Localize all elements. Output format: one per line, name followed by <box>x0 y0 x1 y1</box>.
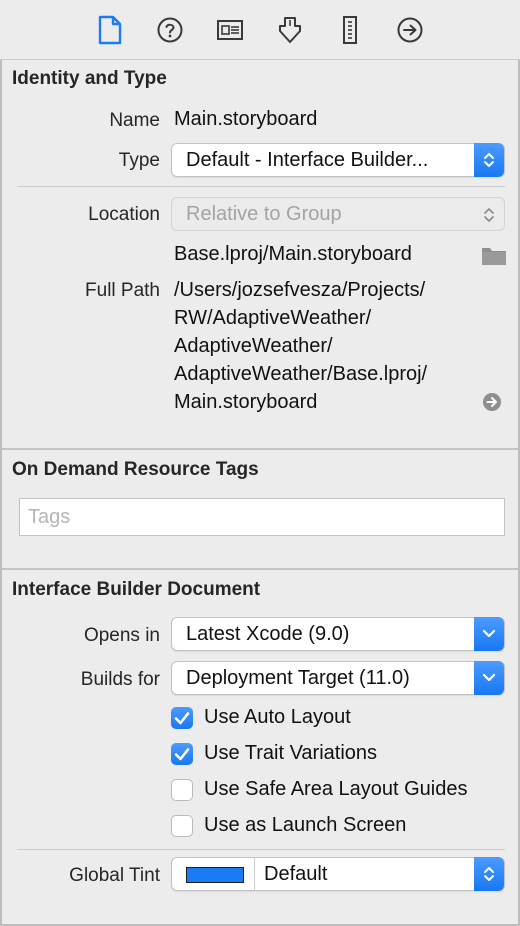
full-path-line: AdaptiveWeather/Base.lproj/ <box>174 363 428 385</box>
size-inspector-icon[interactable] <box>335 14 365 46</box>
divider <box>17 849 505 850</box>
ib-document-section-title: Interface Builder Document <box>12 579 261 600</box>
identity-section-title: Identity and Type <box>12 68 167 89</box>
attributes-inspector-icon[interactable] <box>275 14 305 46</box>
full-path-line: /Users/jozsefvesza/Projects/ <box>174 279 426 301</box>
use-as-launch-screen-label[interactable]: Use as Launch Screen <box>204 814 406 837</box>
tags-input[interactable] <box>20 499 504 535</box>
type-popup[interactable]: Default - Interface Builder... <box>171 143 505 177</box>
checkmark-icon <box>174 748 190 761</box>
tags-section-title: On Demand Resource Tags <box>12 459 259 480</box>
checkmark-icon <box>174 712 190 725</box>
full-path-line: AdaptiveWeather/ <box>174 335 333 357</box>
location-popup[interactable]: Relative to Group <box>171 197 505 231</box>
section-divider <box>2 568 518 570</box>
connections-inspector-icon[interactable] <box>395 14 425 46</box>
popup-stepper-icon <box>480 204 498 226</box>
tint-color-swatch <box>186 867 244 883</box>
folder-icon[interactable] <box>481 244 507 266</box>
reveal-arrow-icon[interactable] <box>482 392 502 412</box>
global-tint-value: Default <box>264 863 328 885</box>
full-path-label: Full Path <box>85 280 160 301</box>
section-divider <box>2 448 518 450</box>
full-path-line: RW/AdaptiveWeather/ <box>174 307 372 329</box>
divider <box>17 186 505 187</box>
builds-for-popup[interactable]: Deployment Target (11.0) <box>171 661 505 695</box>
chevron-down-icon <box>474 661 504 695</box>
use-safe-area-label[interactable]: Use Safe Area Layout Guides <box>204 778 468 801</box>
opens-in-popup[interactable]: Latest Xcode (9.0) <box>171 617 505 651</box>
opens-in-value: Latest Xcode (9.0) <box>186 623 350 645</box>
global-tint-popup[interactable]: Default <box>171 857 505 891</box>
file-inspector-icon[interactable] <box>95 14 125 46</box>
use-safe-area-checkbox[interactable] <box>171 779 193 801</box>
opens-in-label: Opens in <box>83 625 160 646</box>
use-auto-layout-label[interactable]: Use Auto Layout <box>204 706 351 729</box>
name-label: Name <box>109 110 160 131</box>
identity-inspector-icon[interactable] <box>215 14 245 46</box>
inspector-toolbar <box>0 0 520 60</box>
builds-for-value: Deployment Target (11.0) <box>186 667 410 689</box>
use-trait-variations-label[interactable]: Use Trait Variations <box>204 742 377 765</box>
builds-for-label: Builds for <box>80 669 160 690</box>
tags-field[interactable] <box>19 498 505 536</box>
use-trait-variations-checkbox[interactable] <box>171 743 193 765</box>
chevron-down-icon <box>474 617 504 651</box>
quick-help-icon[interactable] <box>155 14 185 46</box>
popup-stepper-icon <box>474 143 504 177</box>
location-path: Base.lproj/Main.storyboard <box>174 243 412 265</box>
type-popup-value: Default - Interface Builder... <box>186 149 429 171</box>
name-value[interactable]: Main.storyboard <box>174 108 317 131</box>
type-label: Type <box>118 150 160 171</box>
popup-stepper-icon <box>474 857 504 891</box>
full-path-line: Main.storyboard <box>174 391 318 413</box>
location-label: Location <box>88 204 160 225</box>
location-popup-value: Relative to Group <box>186 203 342 225</box>
swatch-divider <box>254 858 255 890</box>
use-as-launch-screen-checkbox[interactable] <box>171 815 193 837</box>
global-tint-label: Global Tint <box>69 865 160 886</box>
use-auto-layout-checkbox[interactable] <box>171 707 193 729</box>
